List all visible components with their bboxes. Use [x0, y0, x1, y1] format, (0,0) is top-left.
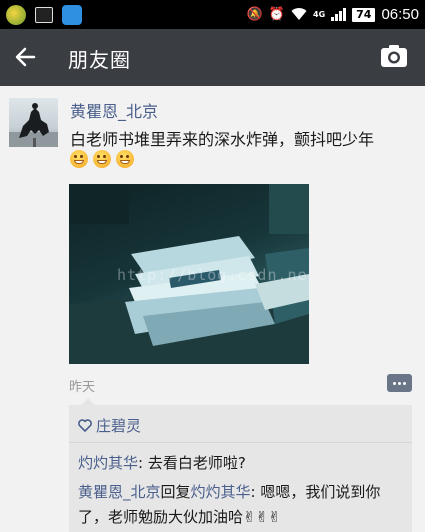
image-watermark: http://blog.csdn.net/ — [117, 266, 309, 284]
divider — [69, 442, 412, 443]
reply-target[interactable]: 灼灼其华 — [191, 483, 251, 501]
victory-hand-icon: ✌✌✌ — [243, 508, 281, 526]
grin-emoji-icon — [70, 150, 88, 168]
network-type: 4G — [313, 10, 326, 19]
grin-emoji-icon — [93, 150, 111, 168]
screenshot-icon — [35, 6, 53, 23]
comment-separator: : — [250, 483, 261, 501]
grin-emoji-icon — [116, 150, 134, 168]
like-names[interactable]: 庄碧灵 — [96, 415, 141, 436]
page-title: 朋友圈 — [68, 48, 131, 72]
mute-icon: 🔕 — [246, 7, 263, 22]
comment-button[interactable] — [387, 374, 412, 392]
camera-icon[interactable] — [380, 44, 408, 68]
statue-image — [9, 103, 58, 147]
comment-author[interactable]: 灼灼其华 — [78, 454, 138, 472]
system-icons: 🔕 ⏰ 4G 74 06:50 — [247, 5, 419, 24]
app-icon — [6, 4, 26, 25]
alarm-icon: ⏰ — [268, 7, 285, 22]
comment-item[interactable]: 黄瞿恩_北京回复灼灼其华: 嗯嗯，我们说到你了，老师勉励大伙加油哈✌✌✌ — [78, 480, 406, 530]
title-bar: 朋友圈 — [0, 29, 425, 86]
back-arrow-icon[interactable] — [12, 43, 40, 71]
app-icon — [62, 4, 82, 25]
notification-icons — [6, 4, 82, 25]
clock: 06:50 — [381, 6, 419, 23]
avatar[interactable] — [9, 98, 58, 147]
comment-author[interactable]: 黄瞿恩_北京 — [78, 483, 161, 501]
post-author[interactable]: 黄瞿恩_北京 — [70, 98, 158, 122]
status-bar: 🔕 ⏰ 4G 74 06:50 — [0, 0, 425, 29]
moment-post: 黄瞿恩_北京 白老师书堆里弄来的深水炸弹，颤抖吧少年 http://blog.c… — [0, 86, 425, 532]
battery-icon: 74 — [352, 7, 376, 22]
heart-icon — [78, 419, 92, 432]
reply-word: 回复 — [160, 483, 191, 501]
signal-icon — [331, 8, 347, 21]
comment-text: 去看白老师啦? — [147, 454, 246, 472]
post-time: 昨天 — [69, 380, 96, 395]
post-emojis — [70, 150, 134, 168]
wifi-icon — [291, 8, 307, 20]
comments-box: 庄碧灵 灼灼其华: 去看白老师啦? 黄瞿恩_北京回复灼灼其华: 嗯嗯，我们说到你… — [69, 398, 412, 532]
likes-row: 庄碧灵 — [78, 415, 141, 436]
comment-separator: : — [138, 454, 148, 472]
post-photo[interactable]: http://blog.csdn.net/ — [69, 184, 309, 364]
comment-item[interactable]: 灼灼其华: 去看白老师啦? — [78, 452, 246, 473]
post-text: 白老师书堆里弄来的深水炸弹，颤抖吧少年 — [70, 130, 375, 149]
